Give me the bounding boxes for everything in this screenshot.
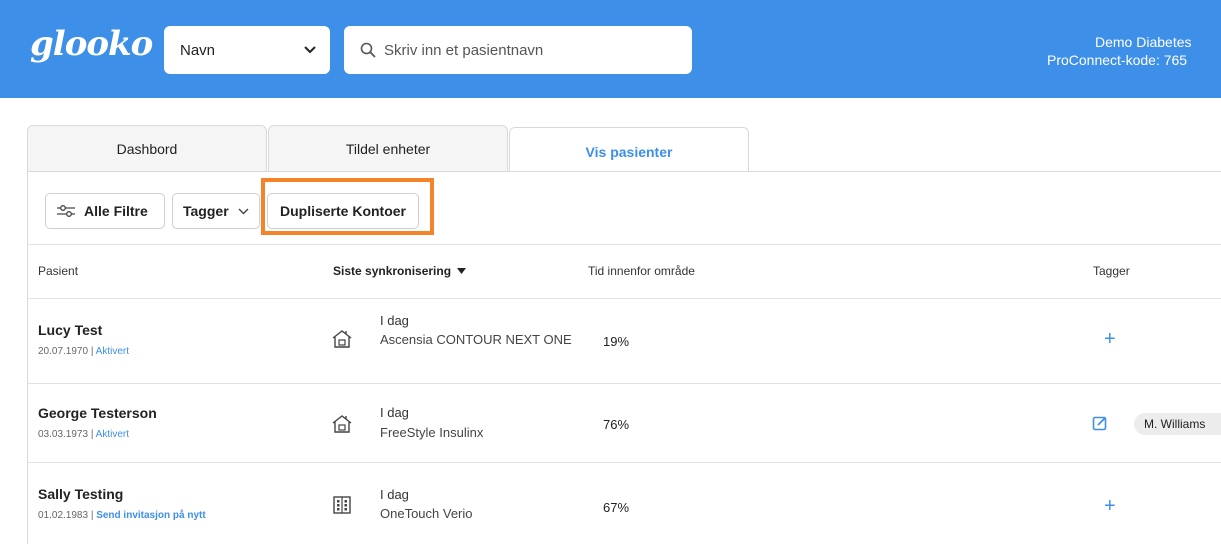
patient-name[interactable]: George Testerson	[38, 405, 157, 421]
all-filters-label: Alle Filtre	[84, 203, 148, 219]
patient-dob: 20.07.1970 |	[38, 346, 96, 357]
tab-dashboard[interactable]: Dashbord	[27, 125, 267, 171]
tags-filter-label: Tagger	[183, 203, 229, 219]
home-sync-icon	[332, 415, 352, 433]
tags-filter-button[interactable]: Tagger	[172, 193, 260, 229]
patient-meta: 01.02.1983 | Send invitasjon på nytt	[38, 510, 206, 521]
app-header: glooko Navn Skriv inn et pasientnavn Dem…	[0, 0, 1221, 98]
patient-tag-chip[interactable]: M. Williams	[1134, 413, 1221, 435]
main-tabs: Dashbord Tildel enheter Vis pasienter	[27, 125, 750, 175]
sync-date: I dag	[380, 487, 409, 502]
column-header-last-sync[interactable]: Siste synkronisering	[333, 264, 467, 278]
search-type-select[interactable]: Navn	[164, 26, 330, 74]
patient-dob: 01.02.1983 |	[38, 510, 97, 521]
tab-view-patients[interactable]: Vis pasienter	[509, 127, 749, 175]
table-row[interactable]: George Testerson 03.03.1973 | Aktivert I…	[27, 384, 1221, 462]
sync-device: Ascensia CONTOUR NEXT ONE	[380, 332, 572, 347]
sliders-icon	[57, 205, 75, 217]
proconnect-code: ProConnect-kode: 765	[1047, 52, 1188, 68]
glooko-logo[interactable]: glooko	[30, 24, 153, 64]
time-in-range-value: 67%	[603, 500, 630, 515]
patient-meta: 20.07.1970 | Aktivert	[38, 346, 129, 357]
sort-down-icon	[457, 268, 467, 274]
search-placeholder: Skriv inn et pasientnavn	[384, 41, 544, 59]
sync-device: FreeStyle Insulinx	[380, 425, 484, 440]
column-header-patient[interactable]: Pasient	[38, 264, 78, 278]
chevron-down-icon	[238, 208, 249, 214]
table-row[interactable]: Lucy Test 20.07.1970 | Aktivert I dag As…	[27, 299, 1221, 383]
patient-status-link[interactable]: Aktivert	[96, 346, 129, 357]
clinic-sync-icon	[333, 496, 351, 514]
patient-name[interactable]: Lucy Test	[38, 322, 102, 338]
patient-dob: 03.03.1973 |	[38, 429, 96, 440]
resend-invitation-link[interactable]: Send invitasjon på nytt	[96, 510, 205, 521]
search-icon	[360, 42, 376, 58]
time-in-range-value: 19%	[603, 334, 630, 349]
highlight-box	[261, 178, 434, 235]
sync-device: OneTouch Verio	[380, 506, 473, 521]
sync-date: I dag	[380, 405, 409, 420]
add-tag-button[interactable]: +	[1104, 328, 1116, 351]
patient-search-input[interactable]: Skriv inn et pasientnavn	[344, 26, 692, 74]
table-row[interactable]: Sally Testing 01.02.1983 | Send invitasj…	[27, 463, 1221, 544]
search-type-value: Navn	[180, 41, 216, 59]
edit-tags-icon[interactable]	[1092, 415, 1108, 431]
tab-assign-devices[interactable]: Tildel enheter	[268, 125, 508, 171]
last-sync-label: Siste synkronisering	[333, 264, 452, 278]
account-info[interactable]: Demo Diabetes ProConnect-kode: 765	[1047, 33, 1217, 69]
divider	[27, 244, 1221, 245]
patient-name[interactable]: Sally Testing	[38, 486, 123, 502]
chevron-down-icon	[304, 46, 316, 54]
patient-meta: 03.03.1973 | Aktivert	[38, 429, 129, 440]
add-tag-button[interactable]: +	[1104, 495, 1116, 518]
account-name: Demo Diabetes	[1095, 34, 1192, 50]
patient-status-link[interactable]: Aktivert	[96, 429, 129, 440]
time-in-range-value: 76%	[603, 417, 630, 432]
home-sync-icon	[332, 330, 352, 348]
all-filters-button[interactable]: Alle Filtre	[45, 193, 165, 229]
column-header-tags[interactable]: Tagger	[1093, 264, 1130, 278]
column-header-time-in-range[interactable]: Tid innenfor område	[588, 264, 695, 278]
sync-date: I dag	[380, 313, 409, 328]
